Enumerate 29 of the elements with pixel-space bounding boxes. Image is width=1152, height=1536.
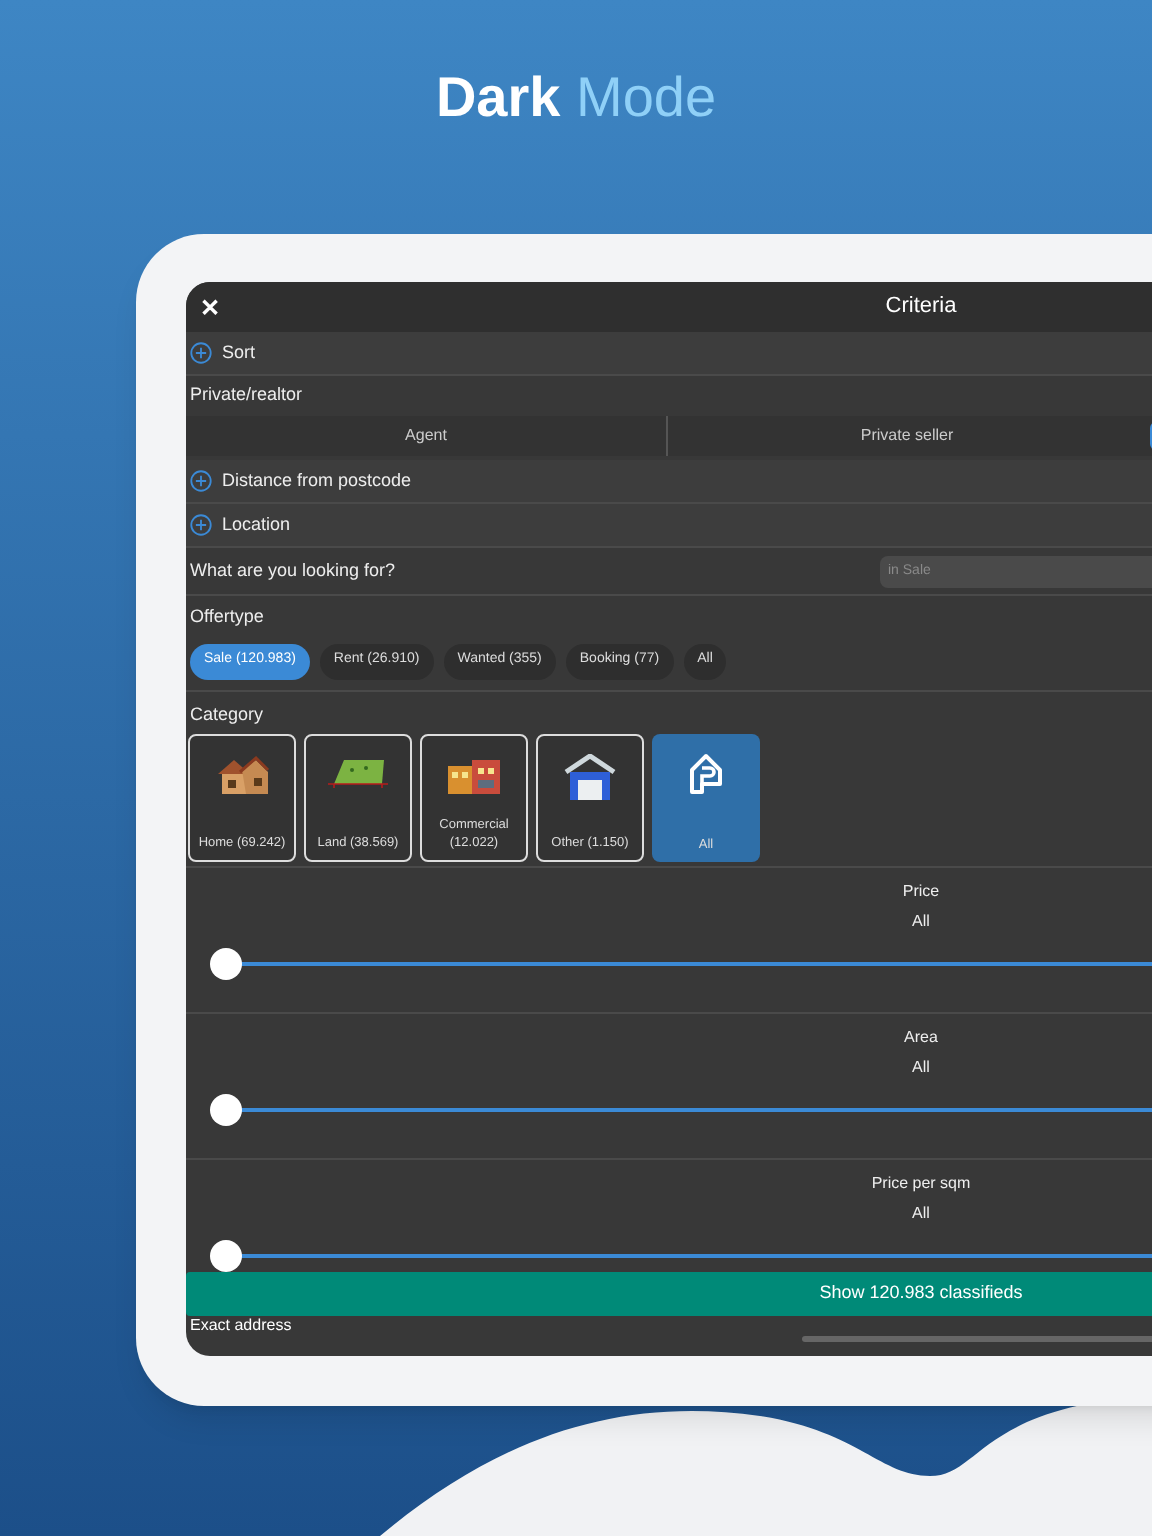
section-toggle[interactable]: Distance from postcode — [222, 467, 412, 495]
house-logo-icon — [688, 751, 724, 795]
section-label: Offertype — [190, 604, 264, 631]
filter-label: Price — [902, 880, 940, 904]
plus-circle-icon — [190, 342, 212, 364]
plus-circle-icon — [190, 514, 212, 536]
plus-circle-icon — [190, 470, 212, 492]
question-label: What are you looking for? — [190, 557, 396, 584]
slider-thumb[interactable] — [210, 1094, 242, 1126]
filter-label: Area — [904, 1026, 938, 1050]
section-toggle[interactable]: Location — [222, 511, 291, 539]
segment-tab[interactable]: Private seller — [666, 416, 1146, 456]
house-icon — [214, 753, 270, 797]
filter-value: All — [912, 1056, 930, 1080]
filter-value: All — [912, 910, 930, 934]
section-label: Private/realtor — [190, 382, 303, 409]
window-title: Criteria — [885, 292, 957, 323]
section-toggle[interactable]: Sort — [222, 339, 256, 367]
segment-tab[interactable]: Agent — [186, 416, 666, 456]
headline: Dark Mode — [435, 64, 717, 132]
filter-label: Price per sqm — [871, 1172, 971, 1196]
close-button[interactable]: ✕ — [200, 295, 220, 319]
show-results-button[interactable]: Show 120.983 classifieds — [186, 1272, 1152, 1316]
section-label: Exact address — [190, 1316, 292, 1336]
filter-value: All — [912, 1202, 930, 1226]
section-label: Category — [190, 701, 264, 728]
slider-thumb[interactable] — [210, 1240, 242, 1272]
slider-thumb[interactable] — [210, 948, 242, 980]
garage-icon — [564, 753, 616, 801]
